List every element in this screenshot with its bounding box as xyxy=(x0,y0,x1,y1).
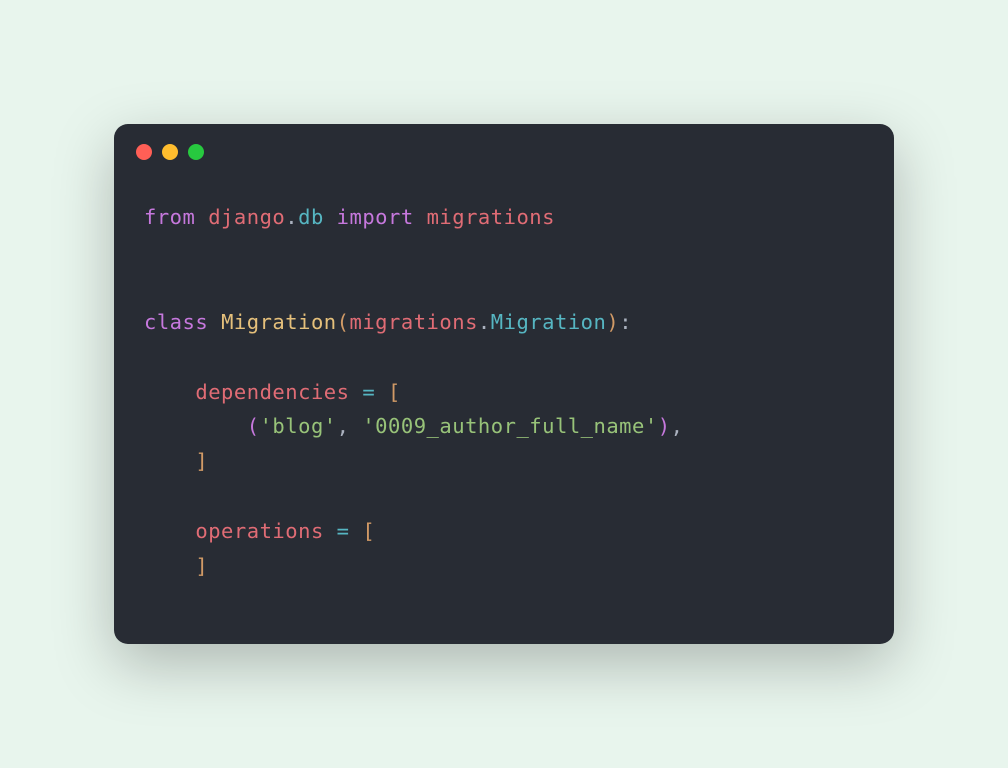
keyword-class: class xyxy=(144,310,208,334)
close-icon[interactable] xyxy=(136,144,152,160)
paren-open: ( xyxy=(337,310,350,334)
code-line-blank xyxy=(144,479,864,514)
code-line-blank xyxy=(144,270,864,305)
dot: . xyxy=(285,205,298,229)
code-content: from django.db import migrations class M… xyxy=(114,160,894,643)
module-django: django xyxy=(208,205,285,229)
string-migration-name: '0009_author_full_name' xyxy=(362,414,657,438)
indent xyxy=(144,449,195,473)
code-line: class Migration(migrations.Migration): xyxy=(144,305,864,340)
paren-close: ) xyxy=(658,414,671,438)
bracket-open: [ xyxy=(388,380,401,404)
bracket-open: [ xyxy=(362,519,375,543)
base-class: Migration xyxy=(491,310,607,334)
code-line: ] xyxy=(144,549,864,584)
base-module: migrations xyxy=(350,310,478,334)
keyword-import: import xyxy=(337,205,414,229)
minimize-icon[interactable] xyxy=(162,144,178,160)
comma: , xyxy=(671,414,684,438)
code-line: dependencies = [ xyxy=(144,375,864,410)
colon: : xyxy=(619,310,632,334)
keyword-from: from xyxy=(144,205,195,229)
dot: . xyxy=(478,310,491,334)
module-db: db xyxy=(298,205,324,229)
code-window: from django.db import migrations class M… xyxy=(114,124,894,643)
maximize-icon[interactable] xyxy=(188,144,204,160)
class-name: Migration xyxy=(221,310,337,334)
indent xyxy=(144,519,195,543)
code-line-blank xyxy=(144,235,864,270)
code-line: ] xyxy=(144,444,864,479)
code-line: ('blog', '0009_author_full_name'), xyxy=(144,409,864,444)
code-line: from django.db import migrations xyxy=(144,200,864,235)
equals: = xyxy=(349,380,388,404)
indent xyxy=(144,414,247,438)
module-migrations: migrations xyxy=(427,205,555,229)
attr-dependencies: dependencies xyxy=(195,380,349,404)
indent xyxy=(144,380,195,404)
paren-close: ) xyxy=(606,310,619,334)
window-titlebar xyxy=(114,124,894,160)
bracket-close: ] xyxy=(195,554,208,578)
comma: , xyxy=(337,414,363,438)
paren-open: ( xyxy=(247,414,260,438)
string-blog: 'blog' xyxy=(260,414,337,438)
equals: = xyxy=(324,519,363,543)
attr-operations: operations xyxy=(195,519,323,543)
code-line-blank xyxy=(144,340,864,375)
code-line: operations = [ xyxy=(144,514,864,549)
indent xyxy=(144,554,195,578)
bracket-close: ] xyxy=(195,449,208,473)
